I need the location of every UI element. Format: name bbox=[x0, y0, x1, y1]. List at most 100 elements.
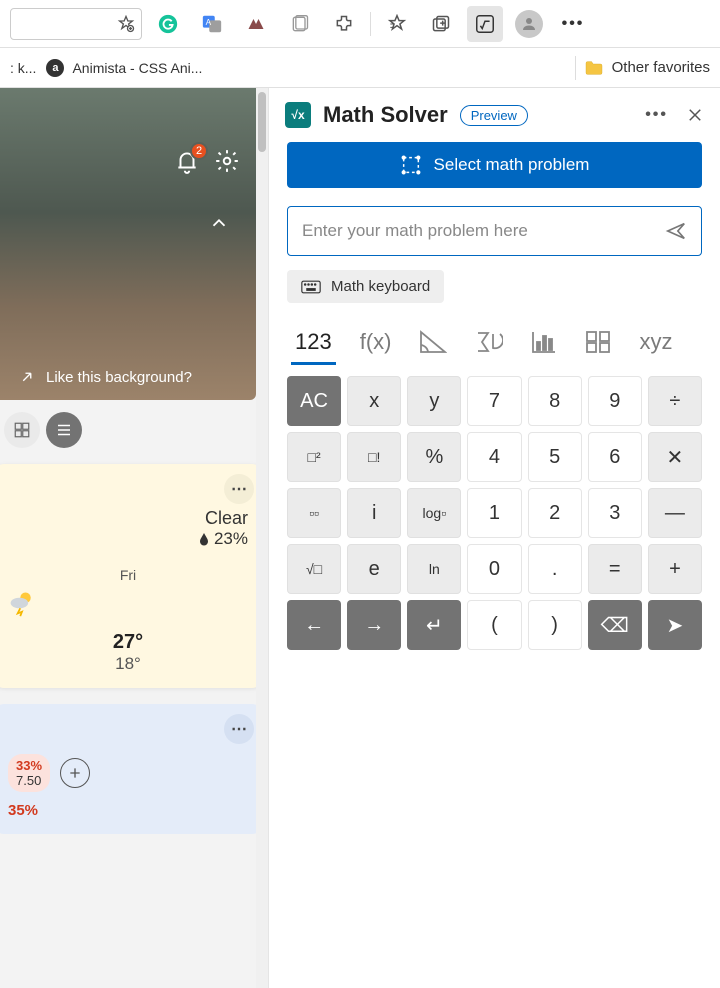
key-plus[interactable]: + bbox=[648, 544, 702, 594]
notifications-icon[interactable]: 2 bbox=[174, 148, 200, 174]
panel-title: Math Solver bbox=[323, 102, 448, 128]
preview-badge: Preview bbox=[460, 105, 528, 126]
keypad: AC x y 7 8 9 ÷ □² □! % 4 5 6 ✕ ▫▫ i log▫… bbox=[287, 376, 702, 650]
key-1[interactable]: 1 bbox=[467, 488, 521, 538]
extension-icon-1[interactable] bbox=[238, 6, 274, 42]
key-6[interactable]: 6 bbox=[588, 432, 642, 482]
stock-pct: 33% bbox=[16, 758, 42, 773]
key-multiply[interactable]: ✕ bbox=[648, 432, 702, 482]
tab-matrix-icon[interactable] bbox=[581, 324, 615, 364]
key-minus[interactable]: — bbox=[648, 488, 702, 538]
browser-toolbar: A ••• bbox=[0, 0, 720, 48]
key-submit[interactable]: ➤ bbox=[648, 600, 702, 650]
key-dot[interactable]: . bbox=[528, 544, 582, 594]
math-solver-panel: √x Math Solver Preview ••• Select math p… bbox=[268, 88, 720, 988]
add-stock-button[interactable] bbox=[60, 758, 90, 788]
stock-val: 7.50 bbox=[16, 773, 42, 788]
view-toggle bbox=[0, 412, 256, 448]
stocks-card[interactable]: ⋯ 33% 7.50 35% bbox=[0, 704, 256, 834]
background-hero: 2 Like this background? bbox=[0, 88, 256, 400]
key-fraction[interactable]: ▫▫ bbox=[287, 488, 341, 538]
scrollbar[interactable] bbox=[256, 88, 268, 988]
extensions-icon[interactable] bbox=[326, 6, 362, 42]
folder-icon bbox=[584, 60, 604, 76]
forecast-low: 18° bbox=[8, 654, 248, 674]
favorite-label: Animista - CSS Ani... bbox=[72, 60, 202, 76]
key-factorial[interactable]: □! bbox=[347, 432, 401, 482]
separator bbox=[370, 12, 371, 36]
math-keyboard-label: Math keyboard bbox=[331, 278, 430, 295]
more-icon[interactable]: ••• bbox=[555, 6, 591, 42]
key-backspace[interactable]: ⌫ bbox=[588, 600, 642, 650]
key-i[interactable]: i bbox=[347, 488, 401, 538]
key-rparen[interactable]: ) bbox=[528, 600, 582, 650]
key-lparen[interactable]: ( bbox=[467, 600, 521, 650]
key-x[interactable]: x bbox=[347, 376, 401, 426]
favorite-item-1[interactable]: : k... bbox=[10, 60, 36, 76]
tab-chart-icon[interactable] bbox=[527, 324, 561, 364]
problem-input-wrap bbox=[287, 206, 702, 256]
card-more-icon[interactable]: ⋯ bbox=[224, 474, 254, 504]
tab-triangle-icon[interactable] bbox=[415, 324, 451, 364]
problem-input[interactable] bbox=[302, 221, 665, 241]
close-icon[interactable] bbox=[686, 106, 704, 124]
extension-icon-2[interactable] bbox=[282, 6, 318, 42]
add-favorite-icon[interactable] bbox=[117, 15, 135, 33]
key-5[interactable]: 5 bbox=[528, 432, 582, 482]
key-4[interactable]: 4 bbox=[467, 432, 521, 482]
forecast-high: 27° bbox=[8, 631, 248, 654]
profile-icon[interactable] bbox=[511, 6, 547, 42]
key-square[interactable]: □² bbox=[287, 432, 341, 482]
key-3[interactable]: 3 bbox=[588, 488, 642, 538]
url-box[interactable] bbox=[10, 8, 142, 40]
tab-123[interactable]: 123 bbox=[291, 323, 336, 365]
forecast-day: Fri 27° 18° bbox=[8, 567, 248, 674]
key-2[interactable]: 2 bbox=[528, 488, 582, 538]
tab-sigma-icon[interactable] bbox=[471, 324, 507, 364]
key-9[interactable]: 9 bbox=[588, 376, 642, 426]
key-ac[interactable]: AC bbox=[287, 376, 341, 426]
key-equals[interactable]: = bbox=[588, 544, 642, 594]
select-problem-button[interactable]: Select math problem bbox=[287, 142, 702, 188]
math-solver-toolbar-icon[interactable] bbox=[467, 6, 503, 42]
math-keyboard-button[interactable]: Math keyboard bbox=[287, 270, 444, 303]
key-right[interactable]: → bbox=[347, 600, 401, 650]
svg-text:A: A bbox=[206, 17, 212, 26]
math-solver-logo-icon: √x bbox=[285, 102, 311, 128]
collections-icon[interactable] bbox=[423, 6, 459, 42]
key-log[interactable]: log▫ bbox=[407, 488, 461, 538]
select-btn-label: Select math problem bbox=[434, 155, 590, 175]
settings-gear-icon[interactable] bbox=[214, 148, 240, 174]
like-bg-label: Like this background? bbox=[46, 369, 192, 386]
key-enter[interactable]: ↵ bbox=[407, 600, 461, 650]
grid-view-button[interactable] bbox=[4, 412, 40, 448]
favorite-item-animista[interactable]: a Animista - CSS Ani... bbox=[46, 59, 202, 77]
tab-xyz[interactable]: xyz bbox=[635, 323, 676, 365]
stock-pill[interactable]: 33% 7.50 bbox=[8, 754, 50, 792]
list-view-button[interactable] bbox=[46, 412, 82, 448]
key-percent[interactable]: % bbox=[407, 432, 461, 482]
translate-icon[interactable]: A bbox=[194, 6, 230, 42]
key-0[interactable]: 0 bbox=[467, 544, 521, 594]
favicon-icon: a bbox=[46, 59, 64, 77]
key-left[interactable]: ← bbox=[287, 600, 341, 650]
favorites-star-icon[interactable] bbox=[379, 6, 415, 42]
key-ln[interactable]: ln bbox=[407, 544, 461, 594]
chevron-up-icon[interactable] bbox=[208, 212, 230, 234]
grammarly-icon[interactable] bbox=[150, 6, 186, 42]
send-icon[interactable] bbox=[665, 220, 687, 242]
keyboard-tabs: 123 f(x) xyz bbox=[287, 323, 702, 366]
like-background-button[interactable]: Like this background? bbox=[18, 368, 192, 386]
card-more-icon[interactable]: ⋯ bbox=[224, 714, 254, 744]
key-7[interactable]: 7 bbox=[467, 376, 521, 426]
key-e[interactable]: e bbox=[347, 544, 401, 594]
other-favorites-label[interactable]: Other favorites bbox=[612, 59, 710, 76]
tab-fx[interactable]: f(x) bbox=[356, 323, 396, 365]
weather-icon bbox=[8, 589, 248, 617]
panel-more-icon[interactable]: ••• bbox=[645, 106, 668, 124]
key-y[interactable]: y bbox=[407, 376, 461, 426]
weather-card[interactable]: ⋯ Clear 23% Fri 27° 18° bbox=[0, 464, 256, 688]
key-sqrt[interactable]: √□ bbox=[287, 544, 341, 594]
key-divide[interactable]: ÷ bbox=[648, 376, 702, 426]
key-8[interactable]: 8 bbox=[528, 376, 582, 426]
